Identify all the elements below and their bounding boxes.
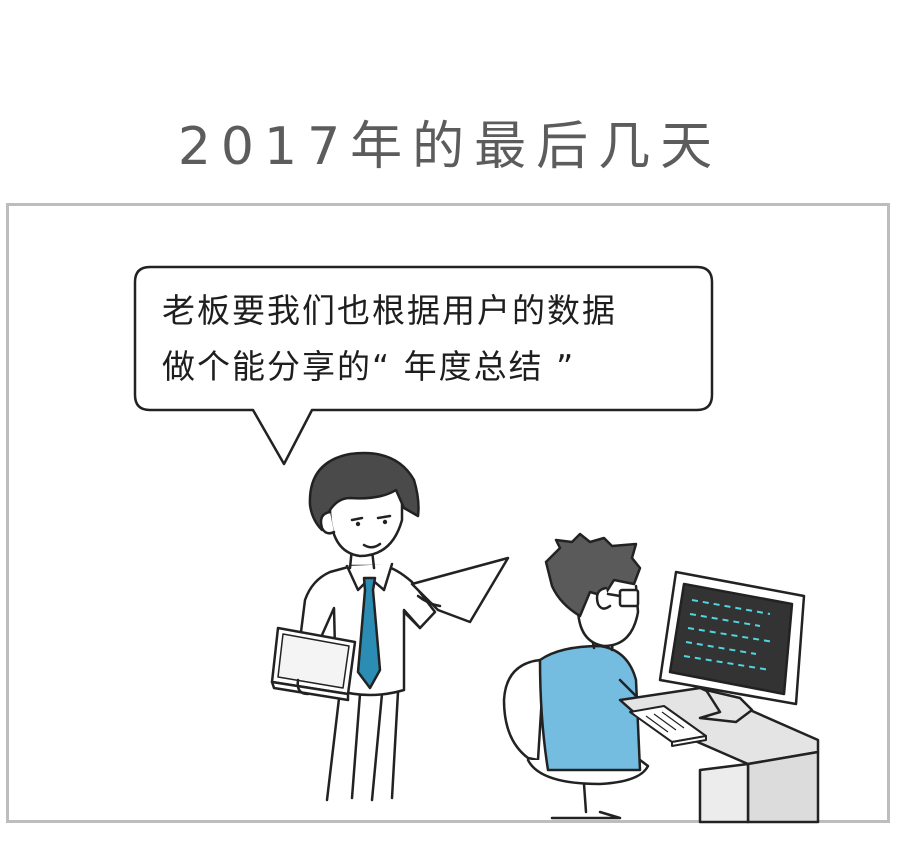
boss-figure: [270, 451, 510, 802]
speech-bubble-text: 老板要我们也根据用户的数据 做个能分享的“ 年度总结 ”: [162, 283, 702, 395]
speech-line-2: 做个能分享的“ 年度总结 ”: [162, 347, 576, 386]
laptop-icon: [270, 626, 357, 702]
comic-scene: [133, 265, 820, 824]
speech-line-1: 老板要我们也根据用户的数据: [162, 291, 617, 330]
